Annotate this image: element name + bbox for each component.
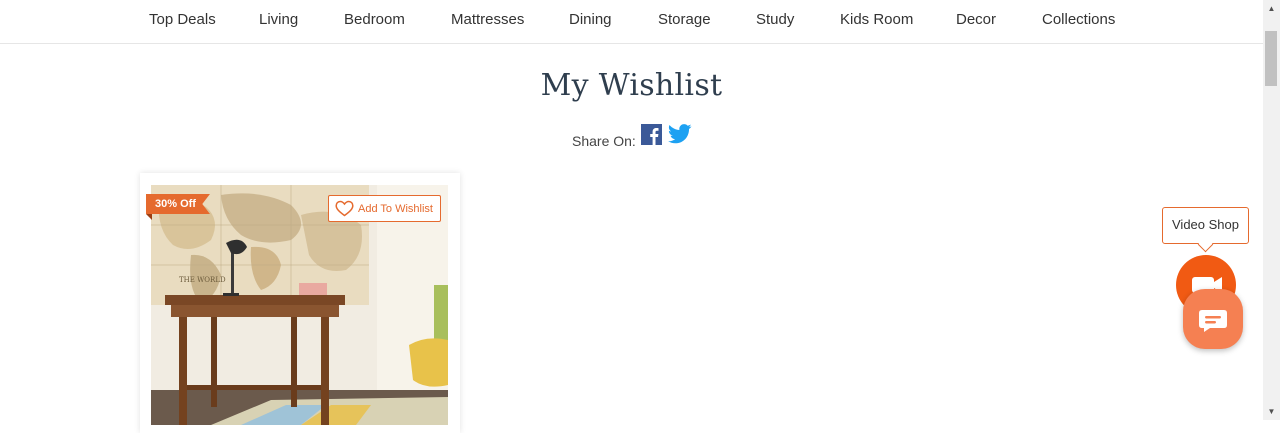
nav-item-living[interactable]: Living — [259, 11, 298, 28]
nav-item-study[interactable]: Study — [756, 11, 794, 28]
chat-icon — [1199, 310, 1227, 332]
nav-item-mattresses[interactable]: Mattresses — [451, 11, 524, 28]
nav-item-top-deals[interactable]: Top Deals — [149, 11, 216, 28]
chat-button[interactable] — [1183, 289, 1243, 349]
vertical-scrollbar[interactable]: ▲ ▼ — [1263, 0, 1280, 420]
discount-badge: 30% Off — [146, 194, 210, 214]
discount-badge-fold — [146, 214, 152, 220]
nav-item-kids-room[interactable]: Kids Room — [840, 11, 913, 28]
heart-icon — [335, 200, 354, 217]
page-title: My Wishlist — [540, 68, 723, 103]
nav-item-bedroom[interactable]: Bedroom — [344, 11, 405, 28]
scroll-down-arrow-icon[interactable]: ▼ — [1263, 403, 1280, 420]
facebook-icon[interactable] — [640, 123, 662, 145]
nav-item-dining[interactable]: Dining — [569, 11, 612, 28]
map-text: THE WORLD — [179, 276, 226, 284]
scroll-up-arrow-icon[interactable]: ▲ — [1263, 0, 1280, 17]
wishlist-product-card[interactable]: THE WORLD 30% Off Add To Wishlist — [140, 173, 460, 433]
add-to-wishlist-button[interactable]: Add To Wishlist — [328, 195, 441, 222]
share-row: Share On: — [572, 123, 692, 149]
nav-item-storage[interactable]: Storage — [658, 11, 711, 28]
top-navigation: Top Deals Living Bedroom Mattresses Dini… — [0, 0, 1263, 44]
video-shop-tooltip[interactable]: Video Shop — [1162, 207, 1249, 244]
nav-item-collections[interactable]: Collections — [1042, 11, 1115, 28]
twitter-icon[interactable] — [667, 124, 692, 144]
scroll-thumb[interactable] — [1265, 31, 1277, 86]
add-to-wishlist-label: Add To Wishlist — [358, 202, 433, 215]
nav-item-decor[interactable]: Decor — [956, 11, 996, 28]
share-label: Share On: — [572, 133, 636, 149]
